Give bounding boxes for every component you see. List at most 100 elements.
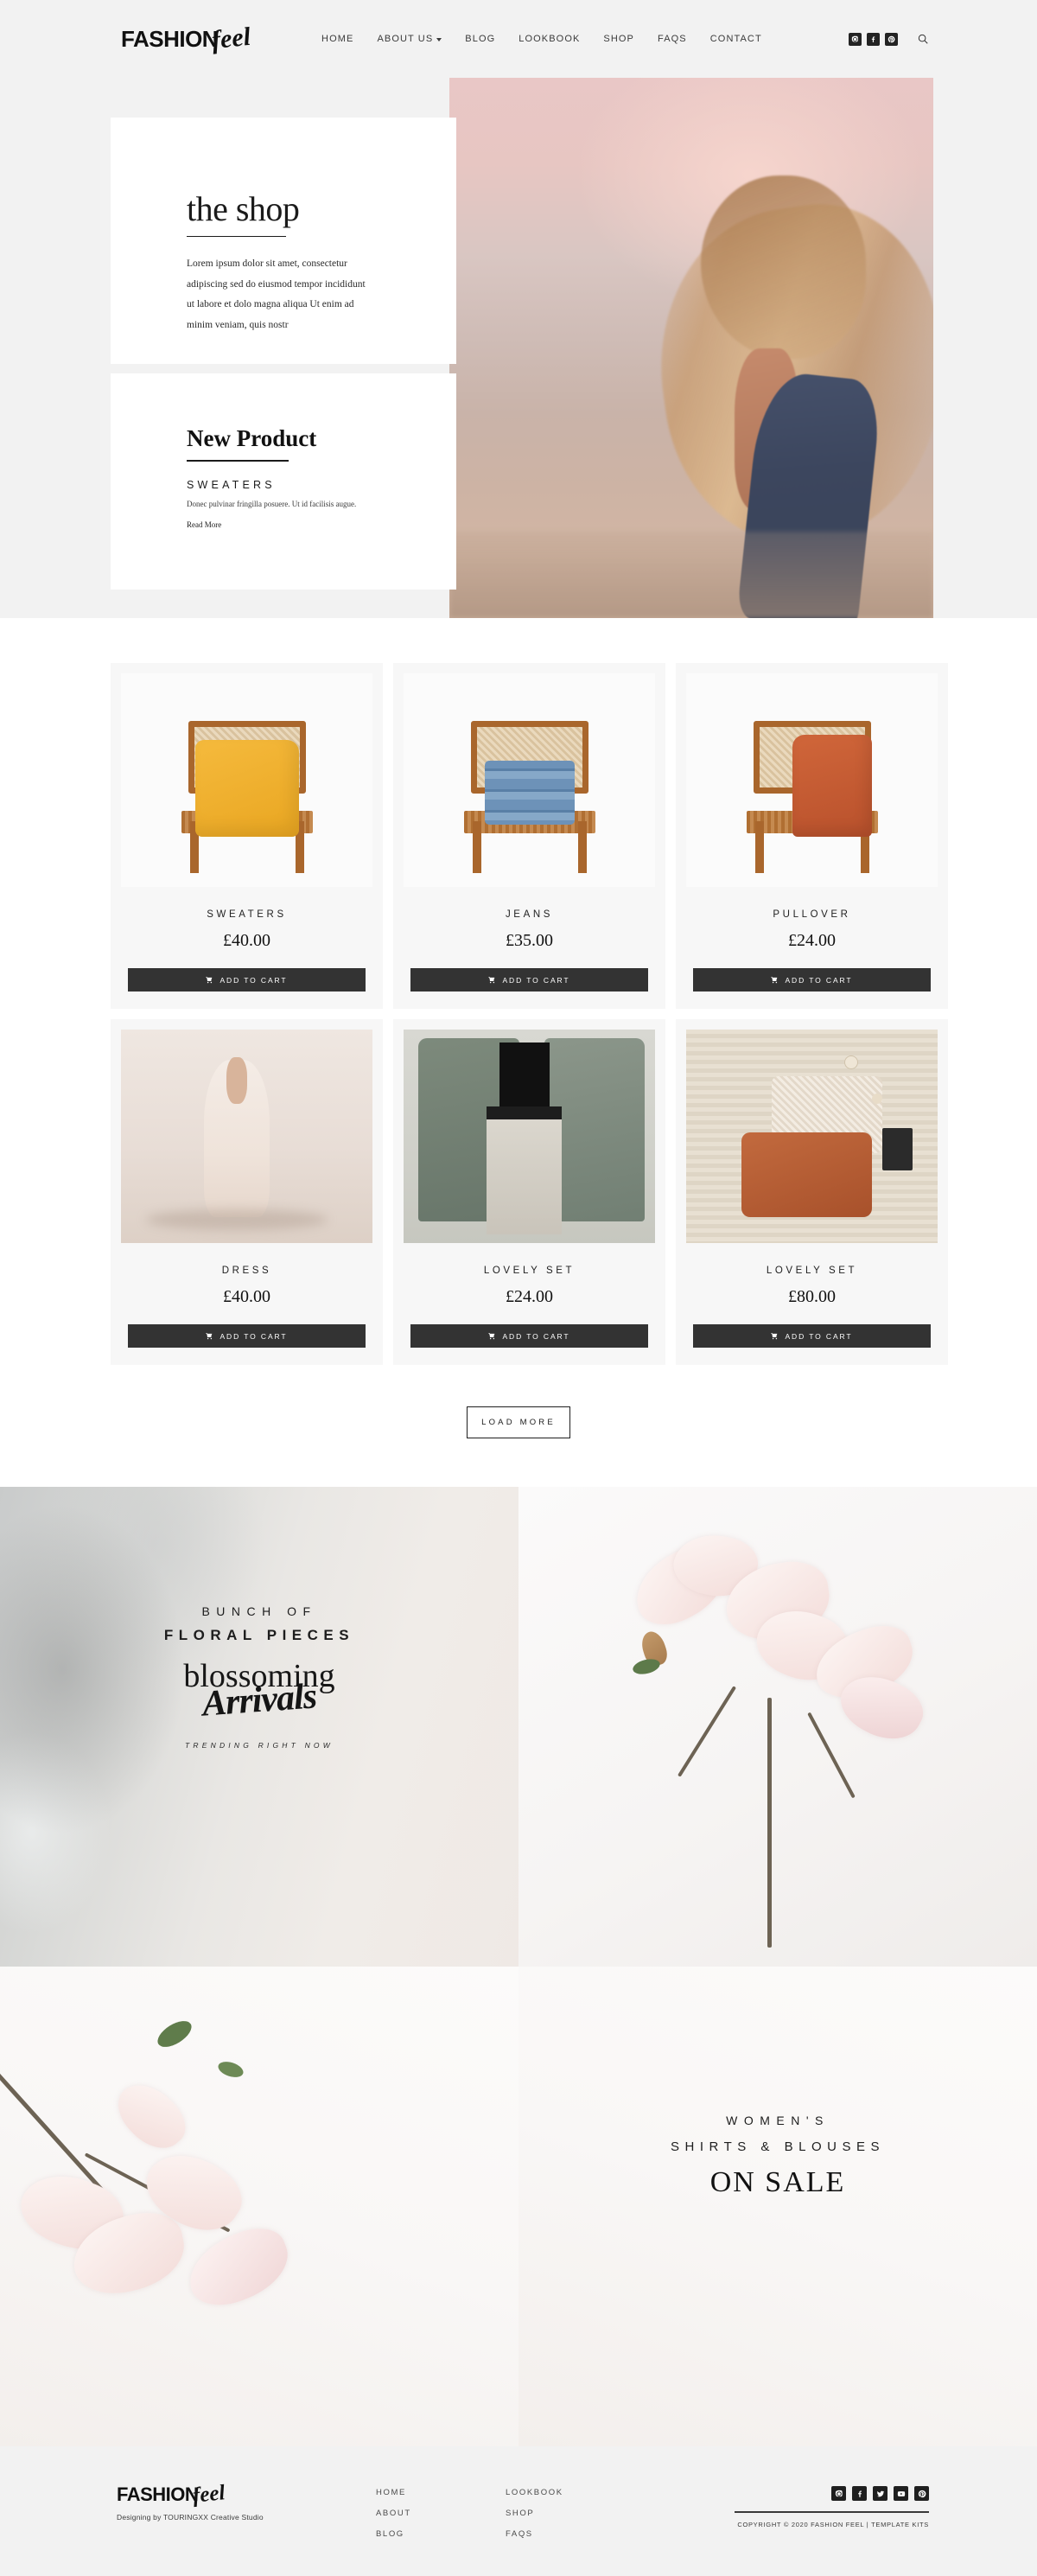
footer-socials <box>735 2486 929 2501</box>
add-to-cart-button[interactable]: ADD TO CART <box>128 968 366 992</box>
product-price: £40.00 <box>223 931 270 950</box>
hero-title: the shop <box>187 189 300 228</box>
footer-link-shop[interactable]: SHOP <box>506 2509 635 2518</box>
site-logo[interactable]: FASHION feel <box>121 22 252 55</box>
add-to-cart-label: ADD TO CART <box>219 1331 288 1341</box>
banner-sale-text: WOMEN'S SHIRTS & BLOUSES ON SALE <box>518 1967 1037 2446</box>
banner-line-1: BUNCH OF <box>201 1604 317 1618</box>
product-card[interactable]: LOVELY SET £80.00 ADD TO CART <box>676 1019 948 1365</box>
banner-line-2: FLORAL PIECES <box>163 1627 355 1643</box>
new-product-body: Donec pulvinar fringilla posuere. Ut id … <box>187 499 357 508</box>
chevron-down-icon <box>436 38 442 41</box>
product-card[interactable]: JEANS £35.00 ADD TO CART <box>393 663 665 1009</box>
footer-links-column-1: HOME ABOUT BLOG <box>376 2483 506 2550</box>
footer-logo[interactable]: FASHION feel <box>117 2481 376 2508</box>
nav-item-lookbook[interactable]: LOOKBOOK <box>518 34 580 44</box>
nav-item-shop[interactable]: SHOP <box>603 34 634 44</box>
product-card[interactable]: PULLOVER £24.00 ADD TO CART <box>676 663 948 1009</box>
main-navigation: HOME ABOUT US BLOG LOOKBOOK SHOP FAQS CO… <box>321 34 762 44</box>
add-to-cart-label: ADD TO CART <box>219 975 288 985</box>
product-price: £24.00 <box>788 931 836 950</box>
product-card[interactable]: LOVELY SET £24.00 ADD TO CART <box>393 1019 665 1365</box>
hero-card-shop: the shop Lorem ipsum dolor sit amet, con… <box>111 118 456 364</box>
knitwear-flatlay-scene <box>686 1030 938 1243</box>
nav-item-faqs[interactable]: FAQS <box>658 34 687 44</box>
nav-item-contact[interactable]: CONTACT <box>710 34 762 44</box>
product-image-lovely-set-2 <box>686 1030 938 1243</box>
nav-item-about-us[interactable]: ABOUT US <box>377 34 442 44</box>
footer-brand: FASHION feel Designing by TOURINGXX Crea… <box>117 2481 376 2522</box>
hero-card-new-product: New Product SWEATERS Donec pulvinar frin… <box>111 373 456 590</box>
sale-line-2: SHIRTS & BLOUSES <box>671 2139 885 2154</box>
facebook-icon[interactable] <box>852 2486 867 2501</box>
nav-label: BLOG <box>465 34 496 44</box>
product-price: £40.00 <box>223 1287 270 1306</box>
instagram-icon[interactable] <box>849 32 862 46</box>
sale-line-1: WOMEN'S <box>726 2114 830 2127</box>
product-price: £24.00 <box>506 1287 553 1306</box>
add-to-cart-button[interactable]: ADD TO CART <box>410 1324 648 1348</box>
twitter-icon[interactable] <box>873 2486 887 2501</box>
add-to-cart-label: ADD TO CART <box>502 975 570 985</box>
product-name: PULLOVER <box>773 909 851 920</box>
cart-icon <box>206 1333 213 1340</box>
nav-label: LOOKBOOK <box>518 34 581 44</box>
youtube-icon[interactable] <box>894 2486 908 2501</box>
banner-floral-text: BUNCH OF FLORAL PIECES blossoming Arriva… <box>0 1487 518 1967</box>
add-to-cart-label: ADD TO CART <box>785 975 853 985</box>
instagram-icon[interactable] <box>831 2486 846 2501</box>
cart-icon <box>488 977 495 984</box>
product-price: £35.00 <box>506 931 553 950</box>
dress-scene <box>121 1030 372 1243</box>
new-product-rule <box>187 460 289 462</box>
load-more-button[interactable]: LOAD MORE <box>467 1406 570 1438</box>
magnolia-branch-2 <box>0 1967 518 2446</box>
logo-text-feel: feel <box>210 22 252 55</box>
hero-photo <box>449 78 933 618</box>
search-icon[interactable] <box>917 33 929 45</box>
cart-icon <box>771 977 778 984</box>
facebook-icon[interactable] <box>867 32 880 46</box>
nav-item-home[interactable]: HOME <box>321 34 353 44</box>
hero-cards: the shop Lorem ipsum dolor sit amet, con… <box>111 118 456 590</box>
cart-icon <box>206 977 213 984</box>
rust-pullover <box>792 735 872 837</box>
product-row: SWEATERS £40.00 ADD TO CART JEANS £35.00 <box>111 663 948 1009</box>
read-more-link[interactable]: Read More <box>187 520 456 529</box>
footer-divider <box>735 2511 929 2513</box>
add-to-cart-button[interactable]: ADD TO CART <box>693 1324 931 1348</box>
footer-link-blog[interactable]: BLOG <box>376 2529 506 2539</box>
nav-label: FAQS <box>658 34 687 44</box>
product-card[interactable]: DRESS £40.00 ADD TO CART <box>111 1019 383 1365</box>
footer-link-about[interactable]: ABOUT <box>376 2509 506 2518</box>
nav-label: ABOUT US <box>377 34 434 44</box>
banner-script-2: Arrivals <box>200 1676 318 1725</box>
site-footer: FASHION feel Designing by TOURINGXX Crea… <box>0 2446 1037 2576</box>
logo-text-fashion: FASHION <box>121 26 219 52</box>
denim-stack <box>484 761 575 825</box>
add-to-cart-button[interactable]: ADD TO CART <box>410 968 648 992</box>
product-image-jeans <box>404 673 655 887</box>
header-actions <box>849 32 929 46</box>
pinterest-icon[interactable] <box>885 32 898 46</box>
add-to-cart-label: ADD TO CART <box>785 1331 853 1341</box>
footer-link-lookbook[interactable]: LOOKBOOK <box>506 2488 635 2497</box>
product-price: £80.00 <box>788 1287 836 1306</box>
product-row: DRESS £40.00 ADD TO CART LOVELY SET £24.… <box>111 1019 948 1365</box>
nav-item-blog[interactable]: BLOG <box>465 34 495 44</box>
product-name: DRESS <box>221 1266 272 1276</box>
product-card[interactable]: SWEATERS £40.00 ADD TO CART <box>111 663 383 1009</box>
banner-magnolia-image <box>518 1487 1037 1967</box>
add-to-cart-button[interactable]: ADD TO CART <box>128 1324 366 1348</box>
cart-icon <box>771 1333 778 1340</box>
add-to-cart-button[interactable]: ADD TO CART <box>693 968 931 992</box>
sale-line-3: ON SALE <box>709 2166 846 2198</box>
load-more-container: LOAD MORE <box>0 1365 1037 1487</box>
pinterest-icon[interactable] <box>914 2486 929 2501</box>
footer-link-faqs[interactable]: FAQS <box>506 2529 635 2539</box>
product-image-dress <box>121 1030 372 1243</box>
nav-label: CONTACT <box>709 34 762 44</box>
footer-links-column-2: LOOKBOOK SHOP FAQS <box>506 2483 635 2550</box>
magnolia-branch <box>518 1487 1037 1967</box>
footer-link-home[interactable]: HOME <box>376 2488 506 2497</box>
